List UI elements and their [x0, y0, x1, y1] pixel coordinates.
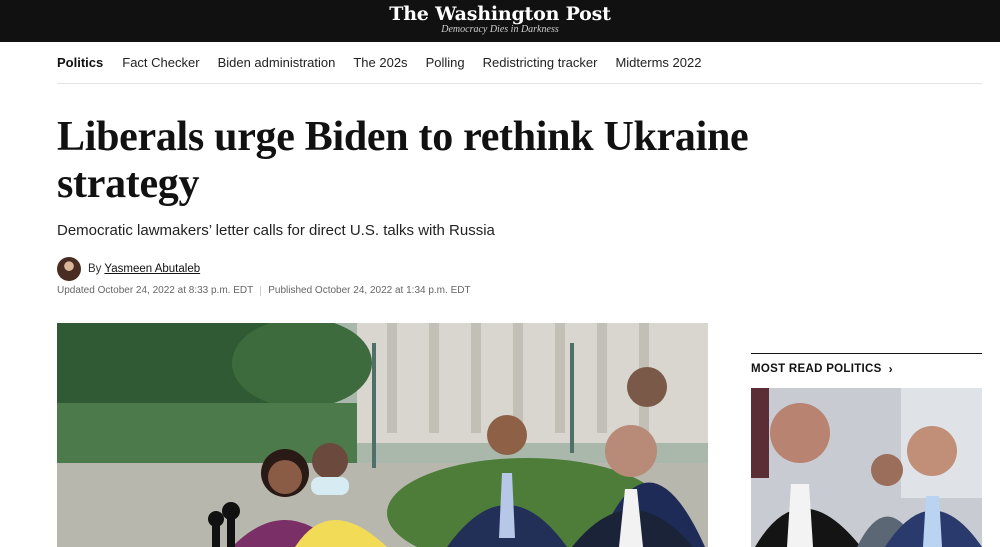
- most-read-heading[interactable]: MOST READ POLITICS ›: [751, 362, 893, 376]
- lead-photo[interactable]: [57, 323, 708, 547]
- lead-photo-illustration: [57, 323, 708, 547]
- most-read-photo-illustration: [751, 388, 982, 547]
- nav-item-redistricting-tracker[interactable]: Redistricting tracker: [483, 55, 598, 70]
- most-read-title: MOST READ POLITICS: [751, 363, 882, 375]
- site-logo[interactable]: The Washington Post: [0, 0, 1000, 24]
- byline-prefix: By: [88, 263, 102, 275]
- published-timestamp: Published October 24, 2022 at 1:34 p.m. …: [268, 285, 471, 296]
- chevron-right-icon: ›: [888, 362, 893, 376]
- nav-item-biden-administration[interactable]: Biden administration: [218, 55, 336, 70]
- most-read-photo[interactable]: [751, 388, 982, 547]
- nav-item-polling[interactable]: Polling: [426, 55, 465, 70]
- timestamp-divider: [260, 285, 262, 296]
- author-avatar[interactable]: [57, 257, 81, 281]
- article-subheadline: Democratic lawmakers’ letter calls for d…: [57, 222, 495, 239]
- masthead: The Washington Post Democracy Dies in Da…: [0, 0, 1000, 42]
- byline: By Yasmeen Abutaleb: [57, 257, 200, 281]
- updated-timestamp: Updated October 24, 2022 at 8:33 p.m. ED…: [57, 285, 254, 296]
- section-nav: Politics Fact Checker Biden administrati…: [57, 42, 982, 84]
- nav-item-midterms-2022[interactable]: Midterms 2022: [615, 55, 701, 70]
- nav-item-fact-checker[interactable]: Fact Checker: [122, 55, 199, 70]
- article-headline: Liberals urge Biden to rethink Ukraine s…: [57, 114, 749, 207]
- article-timestamps: Updated October 24, 2022 at 8:33 p.m. ED…: [57, 285, 471, 296]
- nav-item-politics[interactable]: Politics: [57, 55, 103, 70]
- author-link[interactable]: Yasmeen Abutaleb: [104, 263, 200, 275]
- rail-divider: [751, 353, 982, 354]
- nav-item-the-202s[interactable]: The 202s: [353, 55, 407, 70]
- site-tagline: Democracy Dies in Darkness: [441, 24, 559, 35]
